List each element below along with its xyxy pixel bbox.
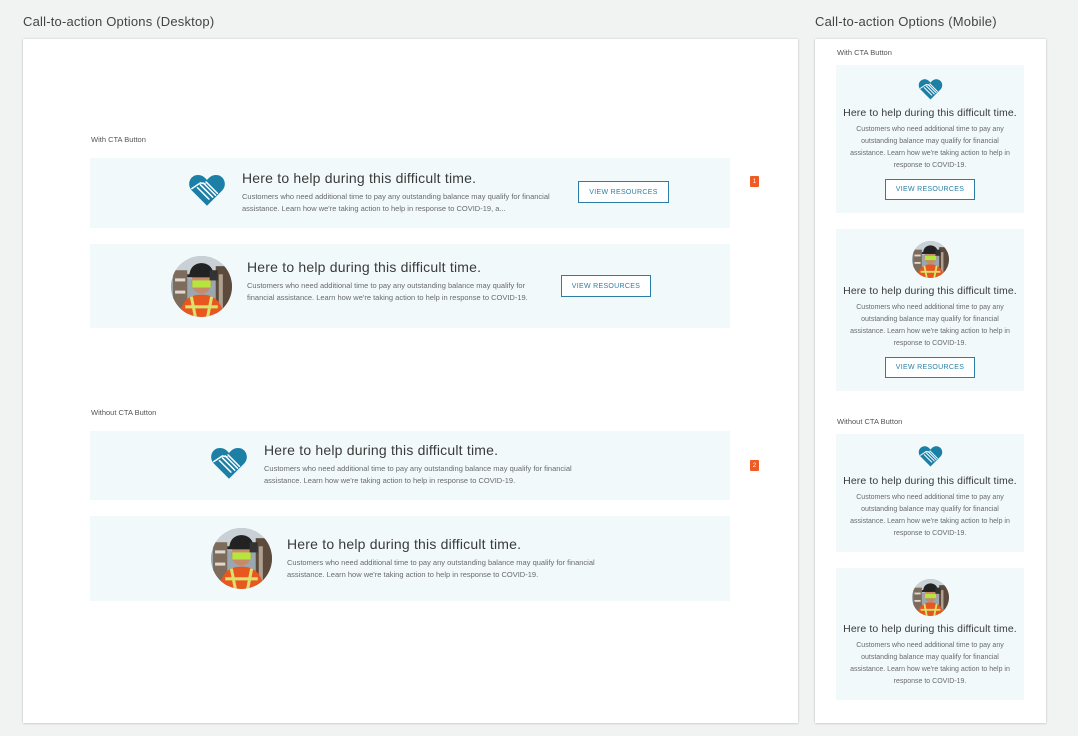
- desktop-banner-heart-cta: Here to help during this difficult time.…: [90, 158, 730, 228]
- banner-title: Here to help during this difficult time.: [264, 442, 499, 458]
- annotation-marker-1[interactable]: 1: [750, 176, 759, 187]
- view-resources-button[interactable]: VIEW RESOURCES: [885, 179, 975, 200]
- desktop-frame-title: Call-to-action Options (Desktop): [23, 14, 215, 29]
- heart-hands-icon: [918, 78, 943, 101]
- banner-body: Customers who need additional time to pa…: [850, 642, 1010, 685]
- with-cta-label: With CTA Button: [91, 135, 146, 144]
- banner-title: Here to help during this difficult time.: [843, 285, 1017, 297]
- mobile-banner-photo-cta: Here to help during this difficult time.…: [836, 229, 1024, 391]
- heart-hands-icon: [210, 446, 248, 481]
- mobile-banner-photo: Here to help during this difficult time.…: [836, 568, 1024, 700]
- worker-avatar: [211, 528, 272, 589]
- banner-body: Customers who need additional time to pa…: [242, 192, 550, 213]
- mobile-frame-title: Call-to-action Options (Mobile): [815, 14, 997, 29]
- mobile-artboard: With CTA Button Here to help during this…: [815, 39, 1046, 723]
- desktop-banner-heart: Here to help during this difficult time.…: [90, 431, 730, 500]
- heart-hands-icon: [188, 173, 226, 208]
- heart-hands-icon: [918, 445, 943, 468]
- banner-title: Here to help during this difficult time.: [247, 259, 482, 275]
- banner-title: Here to help during this difficult time.: [843, 107, 1017, 119]
- desktop-banner-photo-cta: Here to help during this difficult time.…: [90, 244, 730, 328]
- without-cta-label: Without CTA Button: [91, 408, 157, 417]
- banner-body: Customers who need additional time to pa…: [850, 304, 1010, 347]
- banner-body: Customers who need additional time to pa…: [850, 494, 1010, 537]
- banner-title: Here to help during this difficult time.: [843, 475, 1017, 487]
- worker-avatar: [171, 256, 232, 317]
- worker-avatar: [912, 579, 949, 616]
- banner-title: Here to help during this difficult time.: [242, 170, 477, 186]
- view-resources-button[interactable]: VIEW RESOURCES: [561, 275, 651, 297]
- view-resources-button[interactable]: VIEW RESOURCES: [885, 357, 975, 378]
- desktop-artboard: With CTA Button Here to help during this…: [23, 39, 798, 723]
- mobile-banner-heart-cta: Here to help during this difficult time.…: [836, 65, 1024, 213]
- banner-body: Customers who need additional time to pa…: [850, 126, 1010, 169]
- banner-title: Here to help during this difficult time.: [843, 623, 1017, 635]
- banner-body: Customers who need additional time to pa…: [287, 558, 595, 579]
- desktop-banner-photo: Here to help during this difficult time.…: [90, 516, 730, 601]
- banner-body: Customers who need additional time to pa…: [247, 281, 528, 302]
- mobile-without-cta-label: Without CTA Button: [837, 417, 903, 426]
- annotation-marker-2[interactable]: 2: [750, 460, 759, 471]
- mobile-with-cta-label: With CTA Button: [837, 48, 892, 57]
- mobile-banner-heart: Here to help during this difficult time.…: [836, 434, 1024, 552]
- banner-body: Customers who need additional time to pa…: [264, 464, 572, 485]
- worker-avatar: [912, 241, 949, 278]
- banner-title: Here to help during this difficult time.: [287, 536, 522, 552]
- view-resources-button[interactable]: VIEW RESOURCES: [578, 181, 669, 203]
